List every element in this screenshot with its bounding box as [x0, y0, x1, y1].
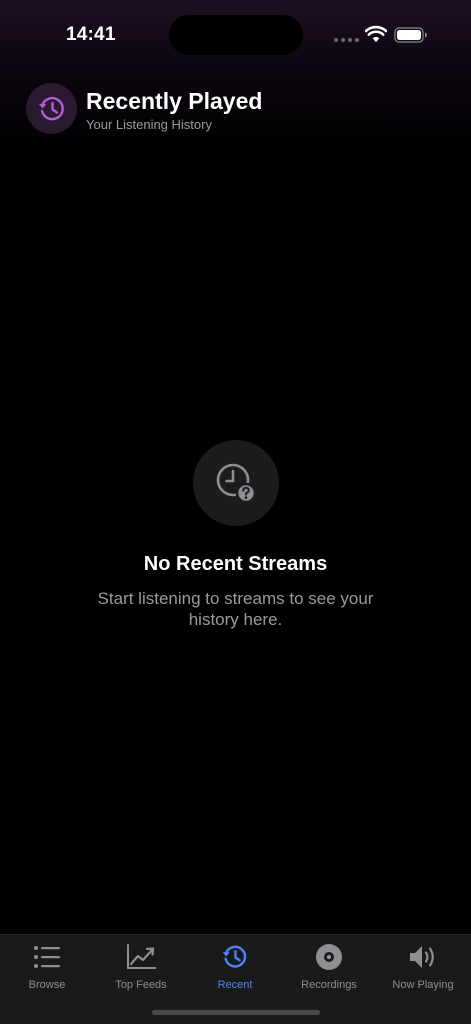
- page-subtitle: Your Listening History: [86, 117, 212, 132]
- empty-state: No Recent Streams Start listening to str…: [0, 440, 471, 630]
- tab-label: Now Playing: [392, 979, 454, 991]
- tab-label: Top Feeds: [115, 979, 167, 991]
- battery-icon: [394, 27, 427, 43]
- tab-top-feeds[interactable]: Top Feeds: [94, 935, 188, 995]
- history-icon: [222, 945, 247, 968]
- tab-label: Recordings: [301, 979, 357, 991]
- status-bar: 14:41: [0, 0, 471, 70]
- chart-line-icon: [127, 944, 156, 969]
- empty-state-message: Start listening to streams to see your h…: [97, 589, 374, 629]
- tab-label: Recent: [217, 979, 253, 991]
- home-indicator[interactable]: [152, 1010, 320, 1015]
- page-title: Recently Played: [86, 88, 263, 114]
- app-screen: 14:41 Recently Played Your Listening His…: [0, 0, 471, 1024]
- empty-state-icon-circle: [192, 440, 279, 526]
- list-icon: [34, 946, 60, 968]
- header-badge: [26, 83, 77, 134]
- wifi-icon: [365, 25, 387, 42]
- status-time: 14:41: [66, 24, 116, 45]
- history-icon: [38, 96, 64, 120]
- tab-now-playing[interactable]: Now Playing: [376, 935, 470, 995]
- record-disc-icon: [316, 944, 342, 970]
- cellular-signal-icon: [334, 38, 359, 42]
- tab-recordings[interactable]: Recordings: [282, 935, 376, 995]
- tab-browse[interactable]: Browse: [0, 935, 94, 995]
- tab-recent[interactable]: Recent: [188, 935, 282, 995]
- dynamic-island: [169, 15, 303, 55]
- empty-state-title: No Recent Streams: [143, 553, 328, 575]
- speaker-icon: [410, 946, 434, 968]
- clock-question-icon: [216, 463, 256, 504]
- tab-label: Browse: [28, 979, 66, 991]
